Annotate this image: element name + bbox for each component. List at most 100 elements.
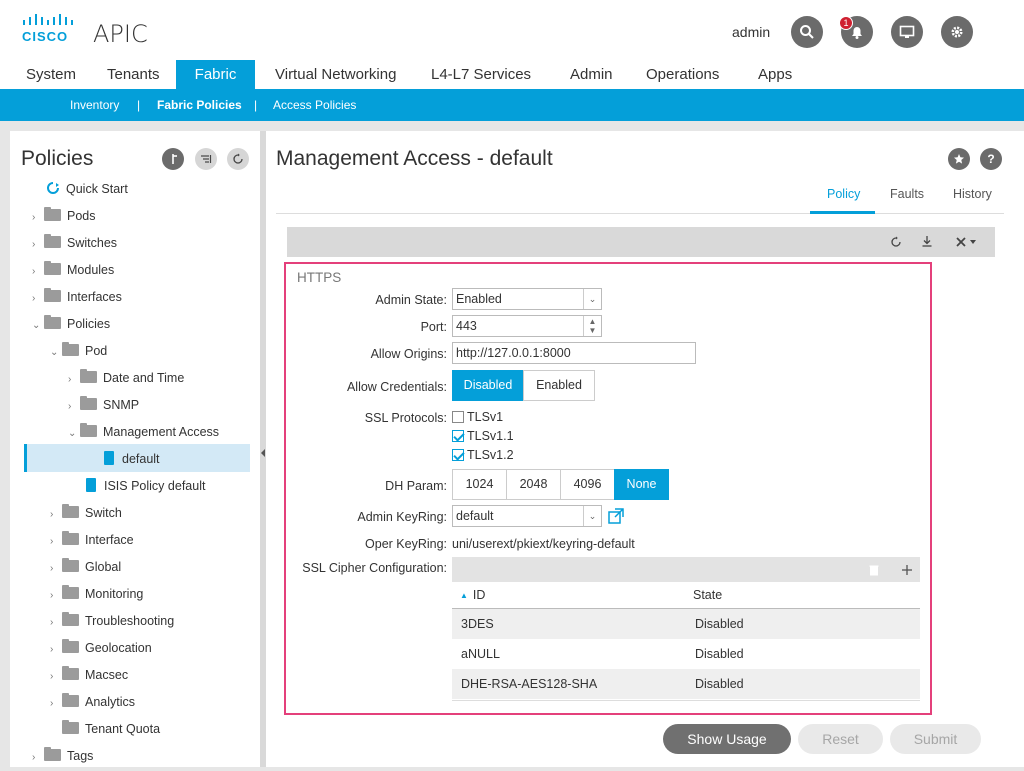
ssl-cipher-label: SSL Cipher Configuration: — [302, 561, 447, 575]
chevron-down-icon[interactable]: ⌄ — [50, 340, 62, 366]
table-row[interactable]: aNULL Disabled — [452, 639, 920, 669]
admin-state-select[interactable]: Enabled ⌄ — [452, 288, 602, 310]
tree-item-management-access[interactable]: ⌄ Management Access — [68, 419, 219, 445]
tlsv1-1-checkbox[interactable]: TLSv1.1 — [452, 429, 514, 443]
dh-param-1024[interactable]: 1024 — [452, 469, 507, 500]
chevron-right-icon[interactable]: › — [50, 529, 62, 555]
chevron-right-icon[interactable]: › — [32, 745, 44, 771]
tree-item-pod[interactable]: ⌄ Pod — [50, 338, 107, 364]
column-header-state[interactable]: State — [693, 588, 722, 602]
search-button[interactable] — [791, 16, 823, 48]
subnav-access-policies[interactable]: Access Policies — [273, 89, 356, 121]
refresh-icon[interactable] — [890, 236, 902, 248]
allow-origins-input[interactable]: http://127.0.0.1:8000 — [452, 342, 696, 364]
allow-credentials-enabled[interactable]: Enabled — [523, 370, 595, 401]
tree-item-global[interactable]: › Global — [50, 554, 121, 580]
chevron-right-icon[interactable]: › — [50, 502, 62, 528]
tab-policy[interactable]: Policy — [827, 187, 860, 201]
tree-item-tenant-quota[interactable]: Tenant Quota — [62, 716, 160, 742]
chevron-right-icon[interactable]: › — [50, 583, 62, 609]
allow-credentials-disabled[interactable]: Disabled — [452, 370, 524, 401]
tlsv1-2-checkbox[interactable]: TLSv1.2 — [452, 448, 514, 462]
plus-icon[interactable] — [901, 564, 913, 576]
tree-item-switches[interactable]: › Switches — [32, 230, 117, 256]
tree-item-geolocation[interactable]: › Geolocation — [50, 635, 152, 661]
favorite-button[interactable] — [948, 148, 970, 170]
chevron-right-icon[interactable]: › — [32, 286, 44, 312]
tab-l4-l7-services[interactable]: L4-L7 Services — [431, 60, 531, 90]
tab-fabric[interactable]: Fabric — [176, 60, 255, 90]
tab-virtual-networking[interactable]: Virtual Networking — [275, 60, 396, 90]
allow-origins-value: http://127.0.0.1:8000 — [456, 346, 571, 360]
tab-operations[interactable]: Operations — [646, 60, 719, 90]
chevron-right-icon[interactable]: › — [50, 691, 62, 717]
admin-keyring-select[interactable]: default ⌄ — [452, 505, 602, 527]
tab-tenants[interactable]: Tenants — [107, 60, 160, 90]
show-usage-button[interactable]: Show Usage — [663, 724, 791, 754]
chevron-right-icon[interactable]: › — [32, 232, 44, 258]
tab-admin[interactable]: Admin — [570, 60, 613, 90]
tab-apps[interactable]: Apps — [758, 60, 792, 90]
tab-faults[interactable]: Faults — [890, 187, 924, 201]
tree-item-isis-policy-default[interactable]: ISIS Policy default — [86, 473, 205, 499]
tree-item-modules[interactable]: › Modules — [32, 257, 114, 283]
tree-item-analytics[interactable]: › Analytics — [50, 689, 135, 715]
subnav-fabric-policies[interactable]: Fabric Policies — [157, 89, 242, 121]
tree-item-policies[interactable]: ⌄ Policies — [32, 311, 110, 337]
tab-system[interactable]: System — [26, 60, 76, 90]
tree-item-switch[interactable]: › Switch — [50, 500, 122, 526]
tree-item-quick-start[interactable]: Quick Start — [46, 176, 128, 202]
chevron-right-icon[interactable]: › — [50, 610, 62, 636]
user-name[interactable]: admin — [732, 24, 770, 40]
settings-button[interactable] — [941, 16, 973, 48]
dh-param-none[interactable]: None — [614, 469, 669, 500]
display-button[interactable] — [891, 16, 923, 48]
tree-item-troubleshooting[interactable]: › Troubleshooting — [50, 608, 174, 634]
folder-icon — [80, 369, 97, 383]
tlsv1-checkbox[interactable]: TLSv1 — [452, 410, 503, 424]
chevron-right-icon[interactable]: › — [68, 394, 80, 420]
chevron-down-icon[interactable]: ⌄ — [583, 289, 601, 309]
checkbox-icon[interactable] — [452, 411, 464, 423]
subnav-inventory[interactable]: Inventory — [70, 89, 119, 121]
tools-icon[interactable] — [955, 236, 979, 248]
stepper-arrows-icon[interactable]: ▲ ▼ — [583, 316, 601, 336]
port-stepper[interactable]: 443 ▲ ▼ — [452, 315, 602, 337]
chevron-right-icon[interactable]: › — [32, 259, 44, 285]
column-header-id[interactable]: ▲ ID — [460, 588, 485, 602]
chevron-down-icon[interactable]: ⌄ — [68, 421, 80, 447]
tree-filter-button[interactable] — [195, 148, 217, 170]
dh-param-2048[interactable]: 2048 — [506, 469, 561, 500]
table-row[interactable]: DHE-RSA-AES128-SHA Disabled — [452, 669, 920, 699]
tree-item-interfaces[interactable]: › Interfaces — [32, 284, 122, 310]
tree-item-default[interactable]: default — [104, 446, 160, 472]
chevron-down-icon[interactable]: ⌄ — [32, 313, 44, 339]
dh-param-4096[interactable]: 4096 — [560, 469, 615, 500]
checkbox-checked-icon[interactable] — [452, 430, 464, 442]
help-button[interactable]: ? — [980, 148, 1002, 170]
tree-config-button[interactable] — [162, 148, 184, 170]
tree-item-monitoring[interactable]: › Monitoring — [50, 581, 143, 607]
tree-refresh-button[interactable] — [227, 148, 249, 170]
chevron-down-icon[interactable]: ⌄ — [583, 506, 601, 526]
checkbox-checked-icon[interactable] — [452, 449, 464, 461]
tree-item-macsec[interactable]: › Macsec — [50, 662, 128, 688]
tree-item-interface[interactable]: › Interface — [50, 527, 134, 553]
tree-item-tags[interactable]: › Tags — [32, 743, 93, 769]
reset-button[interactable]: Reset — [798, 724, 883, 754]
tree-item-date-and-time[interactable]: › Date and Time — [68, 365, 184, 391]
tree-item-pods[interactable]: › Pods — [32, 203, 96, 229]
table-bottom-divider — [452, 700, 920, 701]
table-row[interactable]: 3DES Disabled — [452, 609, 920, 639]
chevron-right-icon[interactable]: › — [50, 664, 62, 690]
submit-button[interactable]: Submit — [890, 724, 981, 754]
chevron-right-icon[interactable]: › — [68, 367, 80, 393]
chevron-right-icon[interactable]: › — [50, 637, 62, 663]
chevron-right-icon[interactable]: › — [32, 205, 44, 231]
chevron-right-icon[interactable]: › — [50, 556, 62, 582]
checkbox-label: TLSv1 — [467, 410, 504, 424]
tab-history[interactable]: History — [953, 187, 992, 201]
external-link-icon[interactable] — [608, 508, 624, 524]
download-icon[interactable] — [921, 235, 933, 247]
tree-item-snmp[interactable]: › SNMP — [68, 392, 139, 418]
